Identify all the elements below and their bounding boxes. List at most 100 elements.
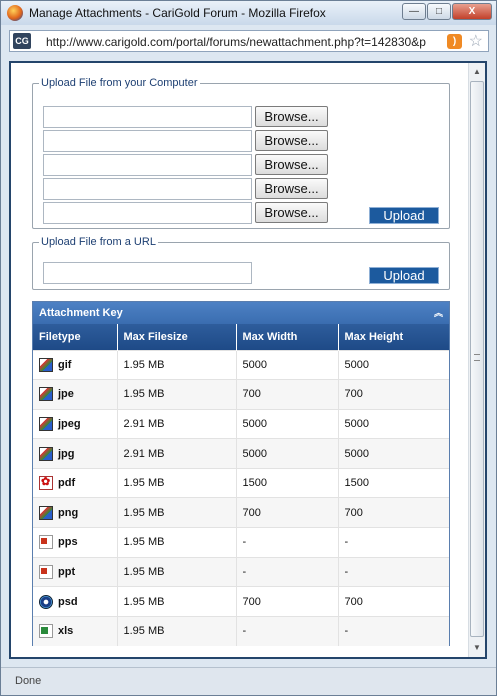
filetype: psd [58,595,78,608]
filetype: png [58,506,79,519]
max-filesize: 1.95 MB [117,586,237,617]
close-button[interactable]: X [452,3,492,20]
attachment-key-table: Filetype Max Filesize Max Width Max Heig… [33,324,449,646]
table-row: gif 1.95 MB 5000 5000 [33,349,449,380]
max-filesize: 1.95 MB [117,615,237,646]
max-filesize: 2.91 MB [117,438,237,469]
max-filesize: 2.91 MB [117,408,237,439]
max-height: 700 [338,497,449,528]
image-file-icon [39,416,53,431]
pdf-file-icon [39,475,53,491]
max-filesize: 1.95 MB [117,379,237,410]
image-file-icon [39,357,53,372]
filetype: pdf [58,477,76,490]
window-title: Manage Attachments - CariGold Forum - Mo… [29,6,326,20]
filetype: jpe [58,388,74,401]
max-width: 700 [236,379,339,410]
attachment-key-panel: Attachment Key ︽ Filetype Max Filesize M… [32,301,450,646]
max-height: 5000 [338,438,449,469]
page-content: Upload File from your Computer Browse...… [9,61,487,659]
max-height: - [338,615,449,646]
table-row: pdf 1.95 MB 1500 1500 [33,467,449,498]
max-width: 5000 [236,438,339,469]
table-header-row: Filetype Max Filesize Max Width Max Heig… [33,324,449,350]
image-file-icon [39,505,53,520]
address-bar[interactable]: CG http://www.carigold.com/portal/forums… [9,30,489,52]
upload-computer-legend: Upload File from your Computer [41,77,198,89]
max-height: 5000 [338,349,449,380]
max-filesize: 1.95 MB [117,349,237,380]
col-max-width: Max Width [236,324,339,350]
max-width: 700 [236,586,339,617]
max-width: 1500 [236,467,339,498]
upload-computer-button[interactable]: Upload [369,207,439,224]
site-favicon-icon: CG [13,33,31,49]
filetype: ppt [58,565,76,578]
file-input-1[interactable] [43,106,252,128]
firefox-logo-icon [7,5,23,21]
collapse-icon[interactable]: ︽ [434,302,443,324]
image-file-icon [39,446,53,461]
table-row: ppt 1.95 MB - - [33,556,449,587]
scrollbar-thumb[interactable] [470,81,484,637]
table-row: png 1.95 MB 700 700 [33,497,449,528]
browse-button-3[interactable]: Browse... [255,154,328,175]
status-bar: Done [1,667,496,695]
col-max-height: Max Height [338,324,449,350]
browse-button-1[interactable]: Browse... [255,106,328,127]
filetype: xls [58,625,74,638]
photoshop-file-icon [39,594,53,609]
browse-button-4[interactable]: Browse... [255,178,328,199]
upload-from-url-group: Upload File from a URL Upload [32,236,450,290]
file-input-2[interactable] [43,130,252,152]
scrollbar-grip-icon [474,354,480,361]
rss-feed-icon[interactable]: ) [447,34,462,49]
url-text[interactable]: http://www.carigold.com/portal/forums/ne… [46,35,444,49]
table-row: psd 1.95 MB 700 700 [33,586,449,617]
max-filesize: 1.95 MB [117,467,237,498]
max-width: - [236,615,339,646]
filetype: gif [58,358,72,371]
max-width: 5000 [236,408,339,439]
col-filetype: Filetype [33,324,118,350]
file-input-3[interactable] [43,154,252,176]
vertical-scrollbar[interactable]: ▲ ▼ [468,63,485,657]
filetype: pps [58,536,78,549]
upload-url-button[interactable]: Upload [369,267,439,284]
image-file-icon [39,387,53,402]
presentation-file-icon [39,564,53,579]
scroll-up-icon[interactable]: ▲ [469,64,485,80]
max-filesize: 1.95 MB [117,527,237,558]
file-input-5[interactable] [43,202,252,224]
maximize-button[interactable]: □ [427,3,451,20]
browse-button-2[interactable]: Browse... [255,130,328,151]
max-height: 700 [338,586,449,617]
presentation-file-icon [39,535,53,550]
table-row: jpg 2.91 MB 5000 5000 [33,438,449,469]
browse-button-5[interactable]: Browse... [255,202,328,223]
url-input[interactable] [43,262,252,284]
max-height: 5000 [338,408,449,439]
max-width: - [236,527,339,558]
max-filesize: 1.95 MB [117,556,237,587]
browser-window: Manage Attachments - CariGold Forum - Mo… [0,0,497,696]
scroll-down-icon[interactable]: ▼ [469,640,485,656]
file-input-4[interactable] [43,178,252,200]
title-bar[interactable]: Manage Attachments - CariGold Forum - Mo… [1,1,496,25]
attachment-key-header[interactable]: Attachment Key ︽ [33,302,449,324]
max-width: 700 [236,497,339,528]
max-height: 700 [338,379,449,410]
bookmark-star-icon[interactable]: ☆ [469,31,483,51]
minimize-button[interactable]: — [402,3,426,20]
max-filesize: 1.95 MB [117,497,237,528]
upload-url-legend: Upload File from a URL [41,236,156,248]
table-row: jpeg 2.91 MB 5000 5000 [33,408,449,439]
col-max-filesize: Max Filesize [117,324,237,350]
table-row: xls 1.95 MB - - [33,615,449,646]
spreadsheet-file-icon [39,624,53,639]
status-text: Done [15,675,42,687]
max-width: 5000 [236,349,339,380]
table-row: pps 1.95 MB - - [33,527,449,558]
max-width: - [236,556,339,587]
table-row: jpe 1.95 MB 700 700 [33,379,449,410]
